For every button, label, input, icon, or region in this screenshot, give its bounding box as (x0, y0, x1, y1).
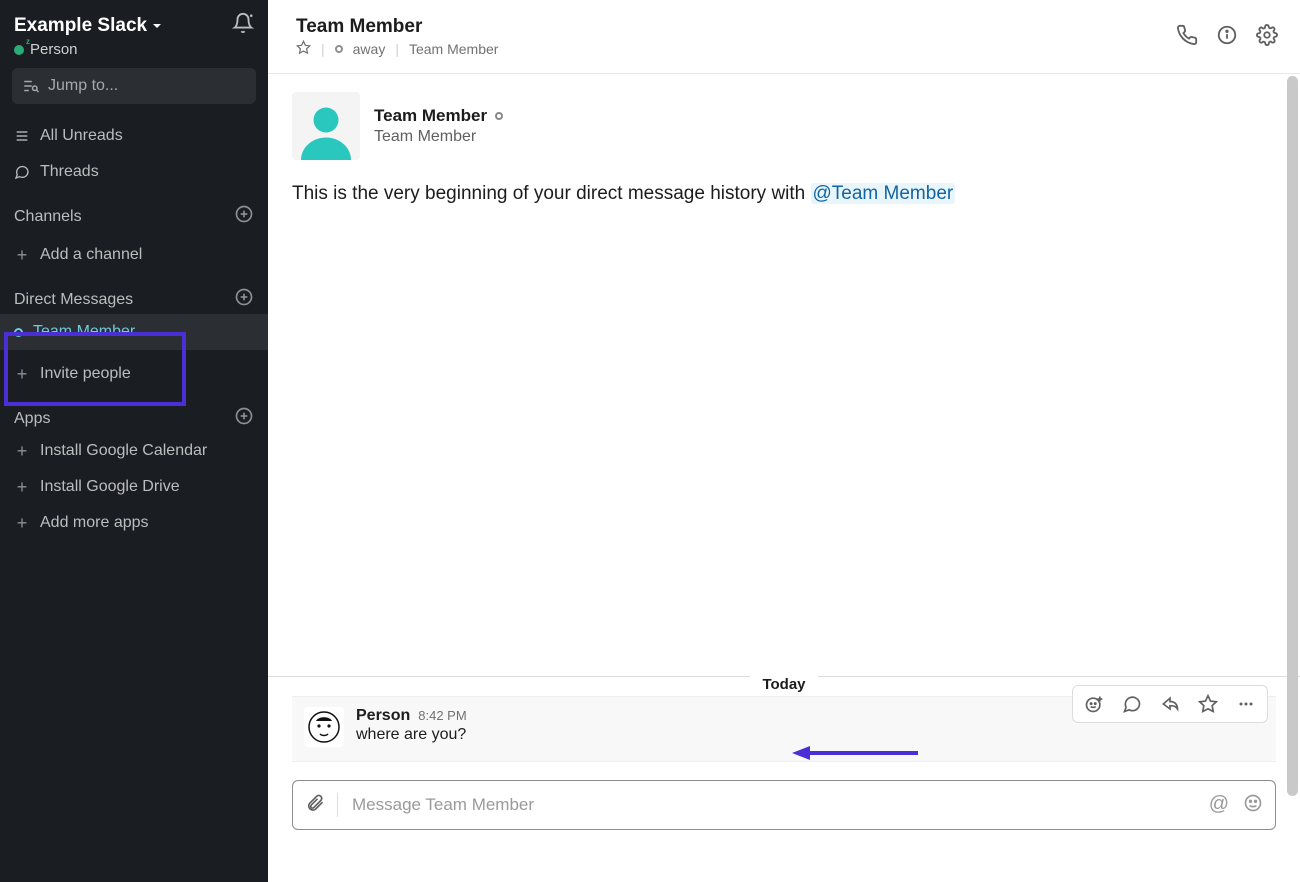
current-user[interactable]: Person (0, 39, 268, 68)
star-icon[interactable] (296, 40, 311, 58)
dms-header[interactable]: Direct Messages (0, 273, 268, 314)
presence-active-icon (14, 45, 24, 55)
chevron-down-icon (151, 20, 163, 32)
add-reaction-icon[interactable] (1075, 688, 1113, 720)
share-icon[interactable] (1151, 688, 1189, 720)
new-dm-icon[interactable] (234, 287, 254, 312)
mention-icon[interactable]: @ (1209, 793, 1229, 817)
presence-away-icon (335, 45, 343, 53)
add-a-channel-label: Add a channel (40, 241, 142, 269)
dm-item-label: Team Member (33, 318, 135, 346)
apps-header-label: Apps (14, 410, 50, 428)
message-time: 8:42 PM (418, 708, 466, 723)
star-icon[interactable] (1189, 688, 1227, 720)
channel-title[interactable]: Team Member (296, 16, 498, 38)
message[interactable]: Person 8:42 PM where are you? (292, 696, 1276, 762)
app-item-label: Install Google Drive (40, 473, 180, 501)
dm-item-team-member[interactable]: Team Member (0, 314, 268, 350)
app-install-google-calendar[interactable]: + Install Google Calendar (0, 433, 268, 469)
plus-icon: + (14, 514, 30, 532)
nav-threads-label: Threads (40, 158, 99, 186)
add-app-icon[interactable] (234, 406, 254, 431)
call-icon[interactable] (1176, 24, 1198, 50)
add-channel-icon[interactable] (234, 204, 254, 229)
channels-header-label: Channels (14, 208, 82, 226)
gear-icon[interactable] (1256, 24, 1278, 50)
app-item-label: Install Google Calendar (40, 437, 207, 465)
workspace-switcher[interactable]: Example Slack (14, 15, 163, 37)
threads-icon (14, 164, 30, 180)
jump-to-placeholder: Jump to... (48, 77, 118, 95)
attach-icon[interactable] (305, 793, 338, 817)
message-actions (1072, 685, 1268, 723)
dms-header-label: Direct Messages (14, 291, 133, 309)
presence-text: away (353, 41, 386, 57)
app-item-label: Add more apps (40, 509, 149, 537)
sidebar: Example Slack Person Jump to... All Unre… (0, 0, 268, 882)
current-user-name: Person (30, 41, 78, 58)
plus-icon: + (14, 442, 30, 460)
mention[interactable]: @Team Member (811, 183, 956, 204)
app-add-more[interactable]: + Add more apps (0, 505, 268, 541)
notifications-icon[interactable] (232, 12, 254, 39)
message-sender[interactable]: Person (356, 707, 410, 725)
avatar[interactable] (304, 707, 344, 747)
day-divider-label: Today (750, 676, 817, 693)
intro-name[interactable]: Team Member (374, 106, 487, 126)
separator: | (321, 41, 325, 57)
add-a-channel[interactable]: + Add a channel (0, 237, 268, 273)
app-install-google-drive[interactable]: + Install Google Drive (0, 469, 268, 505)
scrollbar[interactable] (1287, 76, 1298, 796)
apps-header[interactable]: Apps (0, 392, 268, 433)
plus-icon: + (14, 246, 30, 264)
invite-people-label: Invite people (40, 360, 131, 388)
channels-header[interactable]: Channels (0, 190, 268, 231)
intro-text: This is the very beginning of your direc… (292, 180, 1276, 208)
more-icon[interactable] (1227, 688, 1265, 720)
workspace-name: Example Slack (14, 15, 147, 37)
main: Team Member | away | Team Member (268, 0, 1300, 882)
list-icon (14, 128, 30, 144)
nav-threads[interactable]: Threads (0, 154, 268, 190)
presence-away-icon (14, 328, 23, 337)
message-text: where are you? (356, 726, 467, 744)
channel-subtitle: Team Member (409, 41, 498, 57)
search-list-icon (22, 77, 40, 95)
jump-to[interactable]: Jump to... (12, 68, 256, 104)
nav-all-unreads-label: All Unreads (40, 122, 123, 150)
message-composer[interactable]: @ (292, 780, 1276, 830)
dm-intro: Team Member Team Member This is the very… (268, 74, 1300, 208)
message-input[interactable] (352, 795, 1195, 815)
nav-all-unreads[interactable]: All Unreads (0, 118, 268, 154)
channel-header: Team Member | away | Team Member (268, 0, 1300, 74)
intro-text-prefix: This is the very beginning of your direc… (292, 183, 811, 204)
avatar[interactable] (292, 92, 360, 160)
intro-subtitle: Team Member (374, 128, 503, 146)
info-icon[interactable] (1216, 24, 1238, 50)
plus-icon: + (14, 478, 30, 496)
emoji-icon[interactable] (1243, 793, 1263, 817)
presence-away-icon (495, 112, 503, 120)
plus-icon: + (14, 365, 30, 383)
separator: | (395, 41, 399, 57)
thread-icon[interactable] (1113, 688, 1151, 720)
invite-people[interactable]: + Invite people (0, 356, 268, 392)
annotation-arrow-icon (790, 743, 920, 763)
